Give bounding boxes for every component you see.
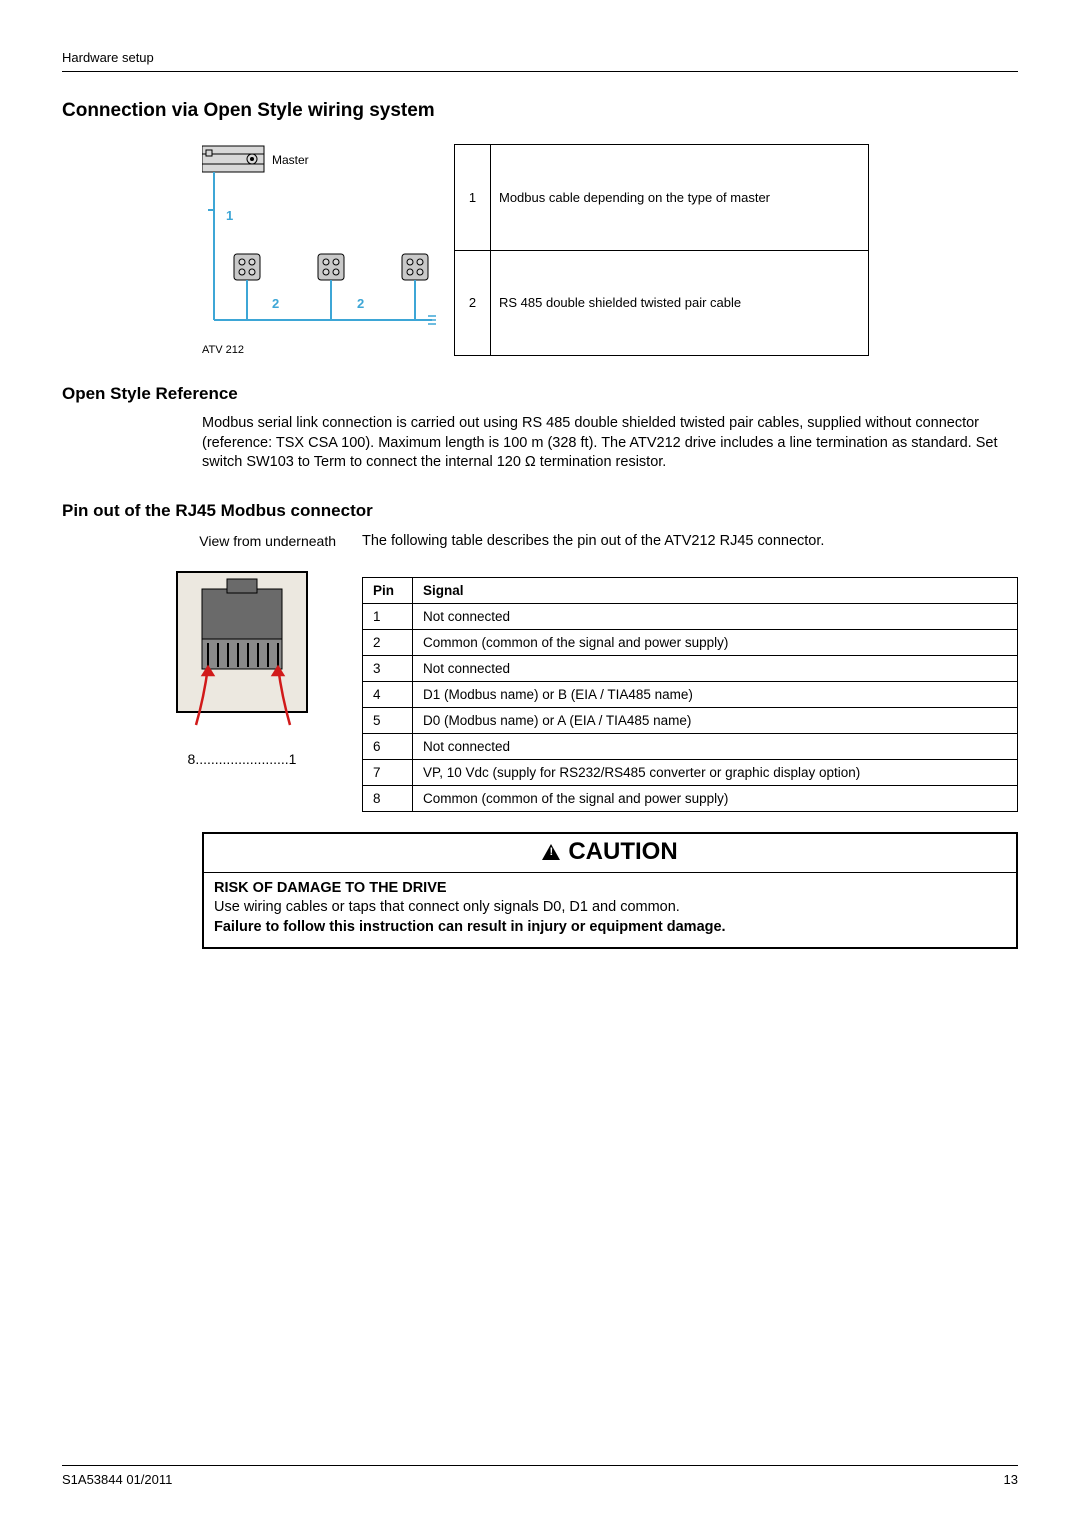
footer-pagenum: 13 xyxy=(1004,1472,1018,1487)
footer-docref: S1A53844 01/2011 xyxy=(62,1472,172,1487)
diagram-wire2a-label: 2 xyxy=(272,296,279,311)
legend-table: 1 Modbus cable depending on the type of … xyxy=(454,144,869,356)
pin-signal: Not connected xyxy=(413,603,1018,629)
table-row: 1 Modbus cable depending on the type of … xyxy=(455,145,869,251)
pin-num: 3 xyxy=(363,655,413,681)
pin-num: 7 xyxy=(363,759,413,785)
table-row: 4D1 (Modbus name) or B (EIA / TIA485 nam… xyxy=(363,681,1018,707)
heading-openstyle: Open Style Reference xyxy=(62,384,1018,404)
caution-failure: Failure to follow this instruction can r… xyxy=(214,918,1006,938)
caution-body: RISK OF DAMAGE TO THE DRIVE Use wiring c… xyxy=(204,873,1016,948)
caution-text: Use wiring cables or taps that connect o… xyxy=(214,898,1006,918)
pin-signal: VP, 10 Vdc (supply for RS232/RS485 conve… xyxy=(413,759,1018,785)
rj45-caption: View from underneath xyxy=(62,533,342,549)
page-footer: S1A53844 01/2011 13 xyxy=(62,1465,1018,1487)
pin-table-intro: The following table describes the pin ou… xyxy=(362,533,1018,549)
pin-signal: Not connected xyxy=(413,733,1018,759)
pin-header: Pin xyxy=(363,577,413,603)
table-row: Pin Signal xyxy=(363,577,1018,603)
pin-num: 4 xyxy=(363,681,413,707)
pin-table: Pin Signal 1Not connected 2Common (commo… xyxy=(362,577,1018,812)
legend-text: Modbus cable depending on the type of ma… xyxy=(491,145,869,251)
pin-num: 1 xyxy=(363,603,413,629)
page: Hardware setup Connection via Open Style… xyxy=(0,0,1080,1527)
table-row: 6Not connected xyxy=(363,733,1018,759)
table-row: 7VP, 10 Vdc (supply for RS232/RS485 conv… xyxy=(363,759,1018,785)
diagram-wire2b-label: 2 xyxy=(357,296,364,311)
rj45-pin-numbers: 8........................1 xyxy=(172,751,312,767)
legend-num: 2 xyxy=(455,250,491,356)
table-row: 5D0 (Modbus name) or A (EIA / TIA485 nam… xyxy=(363,707,1018,733)
pin-num: 8 xyxy=(363,785,413,811)
warning-triangle-icon xyxy=(542,844,560,860)
pin-signal: Not connected xyxy=(413,655,1018,681)
wiring-diagram-svg: Master 1 xyxy=(202,140,442,340)
table-row: 1Not connected xyxy=(363,603,1018,629)
pin-num: 5 xyxy=(363,707,413,733)
diagram-row: Master 1 xyxy=(62,140,1018,356)
diagram-atv-label: ATV 212 xyxy=(202,344,434,356)
diagram-wire1-label: 1 xyxy=(226,208,233,223)
table-row: 2 RS 485 double shielded twisted pair ca… xyxy=(455,250,869,356)
heading-connection: Connection via Open Style wiring system xyxy=(62,100,1018,122)
pin-signal: Common (common of the signal and power s… xyxy=(413,629,1018,655)
drive-conn-1 xyxy=(234,254,260,320)
pin-signal: D0 (Modbus name) or A (EIA / TIA485 name… xyxy=(413,707,1018,733)
heading-pinout: Pin out of the RJ45 Modbus connector xyxy=(62,501,1018,521)
pinout-row: View from underneath xyxy=(62,531,1018,812)
pin-signal: D1 (Modbus name) or B (EIA / TIA485 name… xyxy=(413,681,1018,707)
table-row: 2Common (common of the signal and power … xyxy=(363,629,1018,655)
caution-heading: CAUTION xyxy=(204,834,1016,873)
legend-num: 1 xyxy=(455,145,491,251)
signal-header: Signal xyxy=(413,577,1018,603)
table-row: 3Not connected xyxy=(363,655,1018,681)
pin-num: 2 xyxy=(363,629,413,655)
rj45-diagram-column: View from underneath xyxy=(62,531,342,812)
header-section: Hardware setup xyxy=(62,50,154,65)
legend-text: RS 485 double shielded twisted pair cabl… xyxy=(491,250,869,356)
caution-risk: RISK OF DAMAGE TO THE DRIVE xyxy=(214,879,1006,899)
diagram-master-label: Master xyxy=(272,153,309,167)
drive-conn-3 xyxy=(402,254,428,320)
drive-conn-2 xyxy=(318,254,344,320)
pin-table-column: The following table describes the pin ou… xyxy=(362,531,1018,812)
pin-signal: Common (common of the signal and power s… xyxy=(413,785,1018,811)
pin-num: 6 xyxy=(363,733,413,759)
caution-box: CAUTION RISK OF DAMAGE TO THE DRIVE Use … xyxy=(202,832,1018,950)
rj45-connector-diagram xyxy=(172,567,312,747)
page-header: Hardware setup xyxy=(62,50,1018,72)
table-row: 8Common (common of the signal and power … xyxy=(363,785,1018,811)
caution-title: CAUTION xyxy=(568,838,677,866)
wiring-diagram: Master 1 xyxy=(62,140,434,356)
openstyle-paragraph: Modbus serial link connection is carried… xyxy=(62,414,1018,473)
